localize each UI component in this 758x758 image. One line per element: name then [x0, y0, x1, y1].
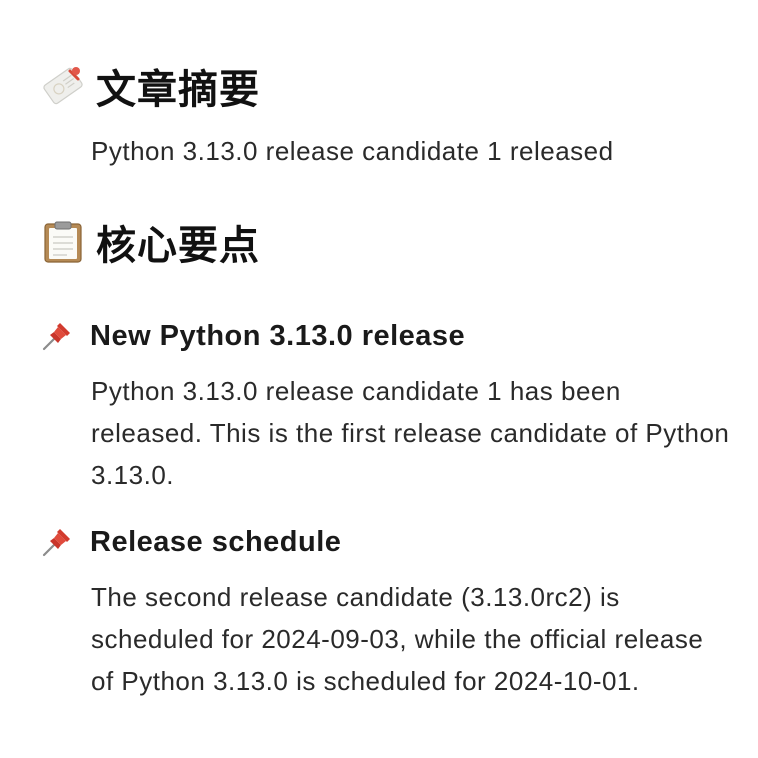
pushpin-icon [42, 323, 70, 351]
key-point-body: Python 3.13.0 release candidate 1 has be… [91, 376, 730, 490]
key-points-heading: 核心要点 [40, 218, 260, 269]
summary-text: Python 3.13.0 release candidate 1 releas… [91, 136, 614, 166]
key-points-title: 核心要点 [96, 223, 260, 269]
key-point-heading: Release schedule [40, 522, 341, 562]
key-point-title: New Python 3.13.0 release [90, 319, 466, 352]
clipboard-icon [44, 221, 82, 263]
memo-pen-icon [43, 67, 83, 105]
summary-heading: 文章摘要 [40, 62, 260, 113]
pushpin-icon [42, 529, 70, 557]
key-point-heading: New Python 3.13.0 release [40, 316, 465, 356]
summary-title: 文章摘要 [96, 67, 260, 113]
article-summary-page: 文章摘要 Python 3.13.0 release candidate 1 r… [0, 0, 758, 758]
key-point-body: The second release candidate (3.13.0rc2)… [91, 582, 704, 696]
key-point-title: Release schedule [90, 525, 342, 558]
